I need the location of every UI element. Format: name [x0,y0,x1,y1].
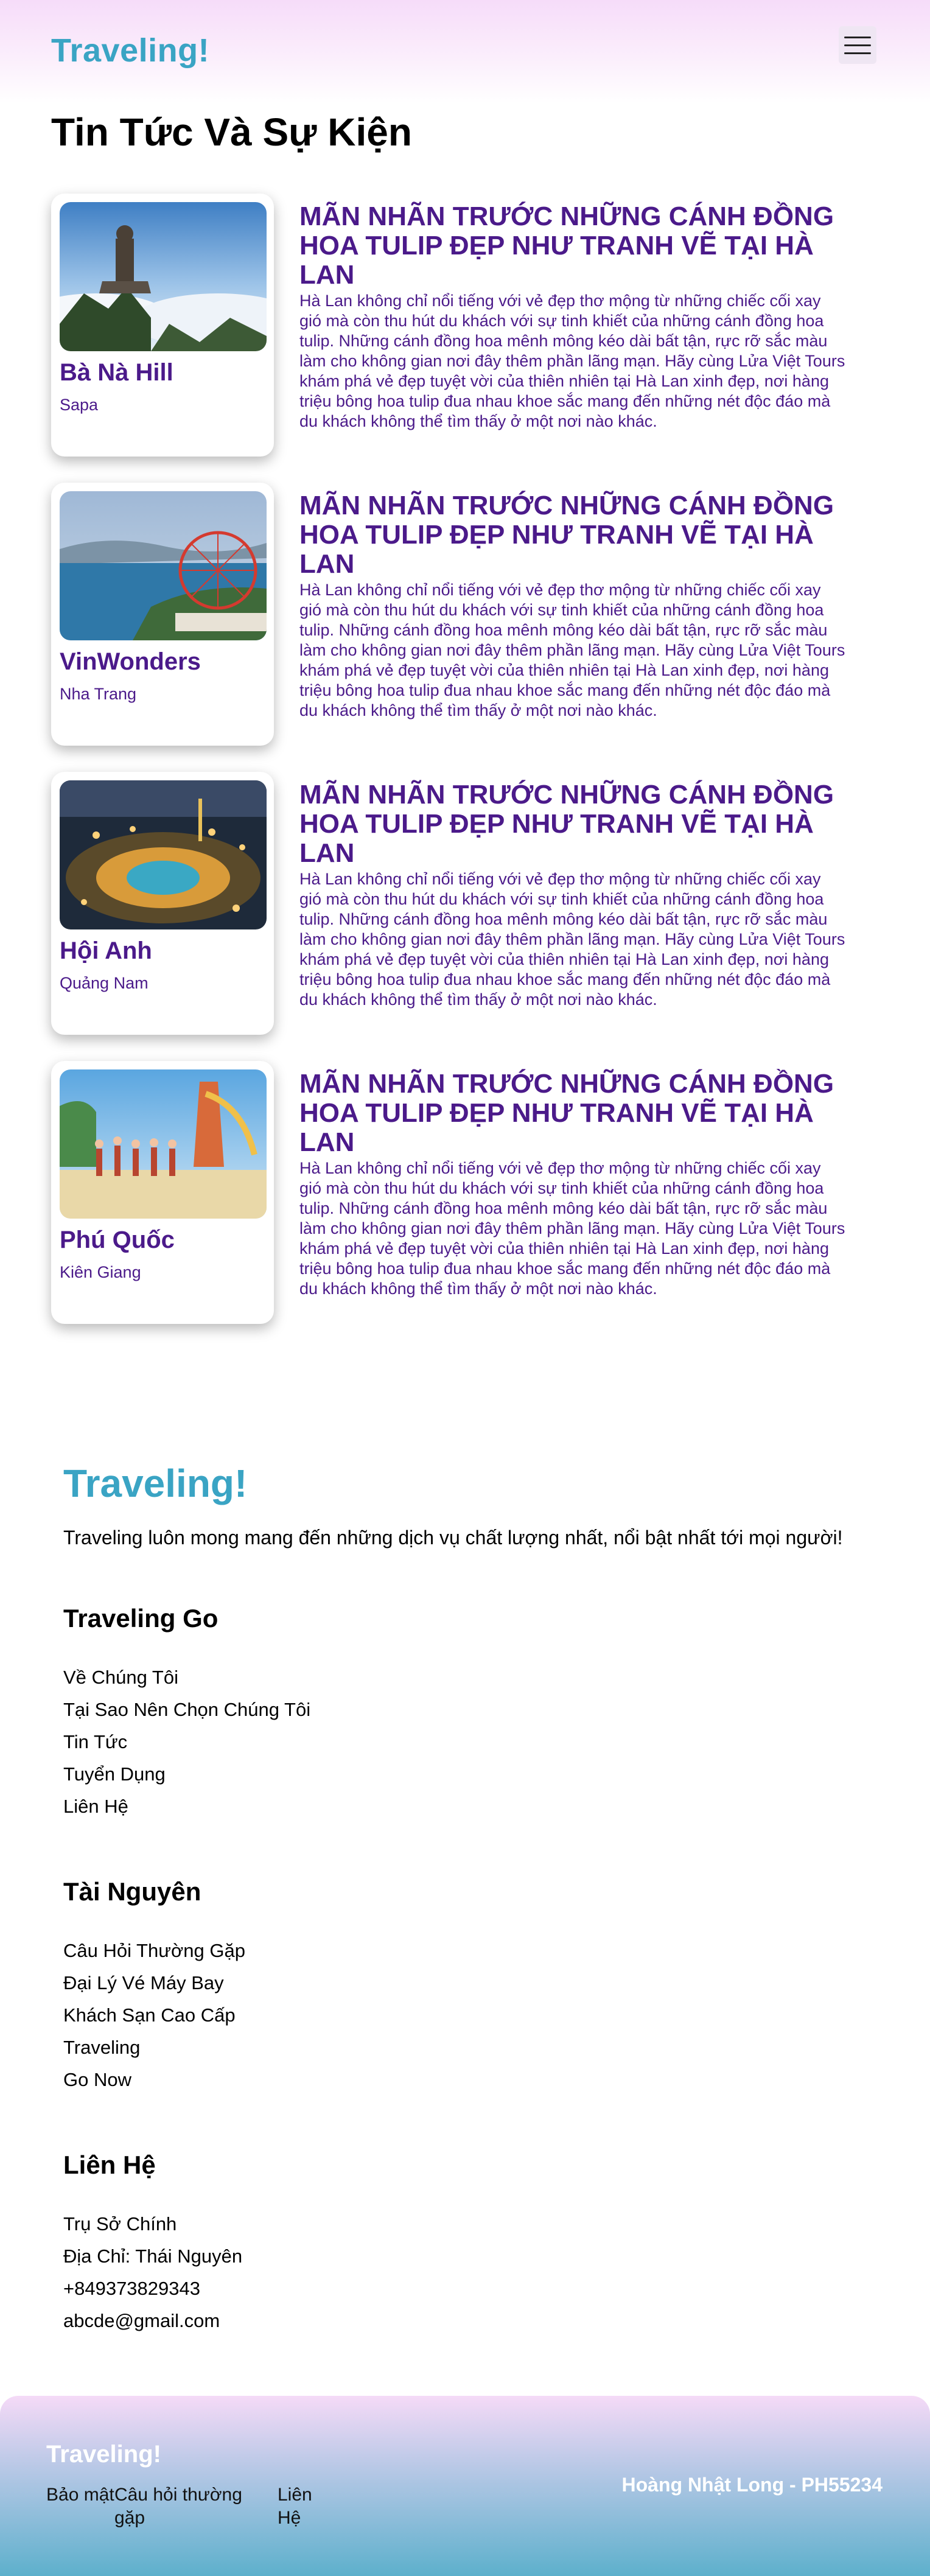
contact-list: Trụ Sở Chính Địa Chỉ: Thái Nguyên +84937… [63,2208,879,2337]
footer-link-why-us[interactable]: Tại Sao Nên Chọn Chúng Tôi [63,1693,879,1726]
footer-link-careers[interactable]: Tuyển Dụng [63,1758,879,1790]
footer-link-contact[interactable]: Liên Hệ [63,1790,879,1822]
destination-image [60,202,267,351]
footer-column-contact: Liên Hệ Trụ Sở Chính Địa Chỉ: Thái Nguyê… [63,2151,879,2337]
footer-column-traveling-go: Traveling Go Về Chúng Tôi Tại Sao Nên Ch… [63,1604,879,1822]
column-heading: Tài Nguyên [63,1877,201,1906]
article-body: Hà Lan không chỉ nổi tiếng với vẻ đẹp th… [299,1159,845,1298]
article-title[interactable]: MÃN NHÃN TRƯỚC NHỮNG CÁNH ĐỒNG HOA TULIP… [299,491,847,579]
destination-card[interactable]: Phú Quốc Kiên Giang [51,1061,274,1324]
brand-logo[interactable]: Traveling! [51,32,209,69]
destination-name: VinWonders [60,648,201,675]
hamburger-icon [844,52,871,54]
footer-link-traveling[interactable]: Traveling [63,2031,879,2063]
footer-info: Traveling! Traveling luôn mong mang đến … [63,1461,879,2337]
hamburger-icon [844,44,871,46]
menu-button[interactable] [839,26,876,64]
article-title[interactable]: MÃN NHÃN TRƯỚC NHỮNG CÁNH ĐỒNG HOA TULIP… [299,1069,847,1157]
destination-location: Kiên Giang [60,1263,141,1281]
article-body: Hà Lan không chỉ nổi tiếng với vẻ đẹp th… [299,870,845,1009]
article: MÃN NHÃN TRƯỚC NHỮNG CÁNH ĐỒNG HOA TULIP… [299,1069,847,1299]
destination-image [60,491,267,640]
destination-card[interactable]: VinWonders Nha Trang [51,483,274,746]
header: Traveling! [0,0,930,103]
contact-address: Địa Chỉ: Thái Nguyên [63,2245,243,2267]
footer-link-list: Câu Hỏi Thường Gặp Đại Lý Vé Máy Bay Khá… [63,1934,879,2096]
bottom-link-privacy[interactable]: Bảo mật [46,2483,114,2530]
news-item: VinWonders Nha Trang MÃN NHÃN TRƯỚC NHỮN… [51,483,845,772]
footer-link-go-now[interactable]: Go Now [63,2063,879,2096]
column-heading: Traveling Go [63,1604,219,1633]
contact-email[interactable]: abcde@gmail.com [63,2305,879,2337]
page: Traveling! Tin Tức Và Sự Kiện Bà Nà Hill… [0,0,930,2576]
article-body: Hà Lan không chỉ nổi tiếng với vẻ đẹp th… [299,581,845,719]
footer-link-list: Về Chúng Tôi Tại Sao Nên Chọn Chúng Tôi … [63,1661,879,1822]
destination-card[interactable]: Bà Nà Hill Sapa [51,194,274,457]
bottom-link-contact[interactable]: Liên Hệ [278,2483,326,2530]
destination-location: Nha Trang [60,685,137,703]
article-title[interactable]: MÃN NHÃN TRƯỚC NHỮNG CÁNH ĐỒNG HOA TULIP… [299,202,847,290]
contact-headquarters: Trụ Sở Chính [63,2213,177,2235]
bottom-links: Bảo mật Câu hỏi thường gặp Liên Hệ [46,2483,326,2530]
footer-column-resources: Tài Nguyên Câu Hỏi Thường Gặp Đại Lý Vé … [63,1877,879,2096]
page-title: Tin Tức Và Sự Kiện [51,110,412,154]
footer-link-faq[interactable]: Câu Hỏi Thường Gặp [63,1934,879,1967]
footer-link-airline-agent[interactable]: Đại Lý Vé Máy Bay [63,1967,879,1999]
news-item: Hội Anh Quảng Nam MÃN NHÃN TRƯỚC NHỮNG C… [51,772,845,1061]
destination-name: Phú Quốc [60,1227,175,1253]
destination-location: Sapa [60,396,99,414]
article: MÃN NHÃN TRƯỚC NHỮNG CÁNH ĐỒNG HOA TULIP… [299,202,847,432]
destination-image [60,1069,267,1219]
news-item: Phú Quốc Kiên Giang MÃN NHÃN TRƯỚC NHỮNG… [51,1061,845,1350]
author-credit: Hoàng Nhật Long - PH55234 [621,2474,883,2496]
column-heading: Liên Hệ [63,2151,156,2179]
destination-image [60,780,267,929]
contact-phone[interactable]: +849373829343 [63,2272,879,2305]
bottom-brand: Traveling! [46,2441,161,2468]
destination-name: Bà Nà Hill [60,359,173,386]
footer-tagline: Traveling luôn mong mang đến những dịch … [63,1527,843,1549]
footer-brand: Traveling! [63,1461,248,1505]
destination-name: Hội Anh [60,937,152,964]
news-item: Bà Nà Hill Sapa MÃN NHÃN TRƯỚC NHỮNG CÁN… [51,194,845,483]
footer-link-hotels[interactable]: Khách Sạn Cao Cấp [63,1999,879,2031]
article-body: Hà Lan không chỉ nổi tiếng với vẻ đẹp th… [299,292,845,430]
article: MÃN NHÃN TRƯỚC NHỮNG CÁNH ĐỒNG HOA TULIP… [299,780,847,1010]
footer-link-about[interactable]: Về Chúng Tôi [63,1661,879,1693]
news-list: Bà Nà Hill Sapa MÃN NHÃN TRƯỚC NHỮNG CÁN… [51,194,845,1350]
article: MÃN NHÃN TRƯỚC NHỮNG CÁNH ĐỒNG HOA TULIP… [299,491,847,721]
footer-link-news[interactable]: Tin Tức [63,1726,879,1758]
destination-card[interactable]: Hội Anh Quảng Nam [51,772,274,1035]
article-title[interactable]: MÃN NHÃN TRƯỚC NHỮNG CÁNH ĐỒNG HOA TULIP… [299,780,847,868]
bottom-link-faq[interactable]: Câu hỏi thường gặp [114,2483,278,2530]
hamburger-icon [844,36,871,38]
bottom-bar: Traveling! Bảo mật Câu hỏi thường gặp Li… [0,2396,930,2576]
destination-location: Quảng Nam [60,974,149,992]
